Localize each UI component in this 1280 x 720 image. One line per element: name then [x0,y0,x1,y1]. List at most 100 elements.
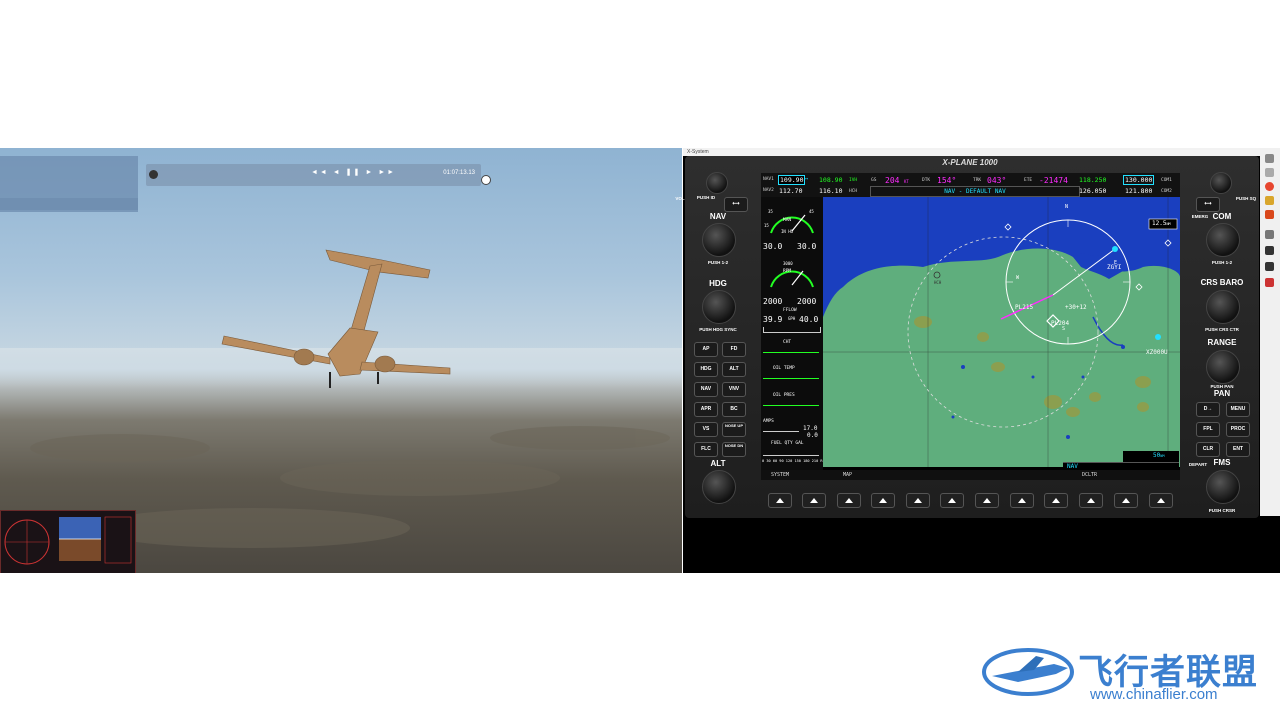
nav-swap-button[interactable]: ⟷ [724,197,748,212]
com1-standby[interactable]: 130.000 [1123,175,1155,185]
fpl-button[interactable]: FPL [1196,422,1220,437]
man-right-value: 30.0 [797,242,817,251]
engine-indication-strip: 35 15 45 MAN IN HG 30.0 30.0 3000 RPM 20… [761,197,823,480]
gs-label: GS [871,178,877,183]
windows-icon[interactable] [1265,154,1274,163]
app-icon-2[interactable] [1265,262,1274,271]
fms-knob[interactable] [1206,470,1240,504]
gs-unit: KT [904,179,909,184]
range-knob-label: RANGE [1207,338,1237,347]
moving-map[interactable] [823,197,1180,467]
softkey-11[interactable] [1114,493,1138,508]
chrome-icon[interactable] [1265,182,1274,191]
com2-standby: 121.800 [1125,187,1153,195]
oil-pres-label: OIL PRES [773,393,795,398]
softkey-1[interactable] [768,493,792,508]
softkey-6[interactable] [940,493,964,508]
sim-view[interactable]: ◄◄ ◄ ❚❚ ► ►► 01:07:13.13 [0,148,682,573]
softkey-5[interactable] [906,493,930,508]
flc-button[interactable]: FLC [694,442,718,457]
g1000-title: X-PLANE 1000 [942,158,998,167]
hdg-knob[interactable] [702,290,736,324]
replay-slider-handle[interactable] [481,175,491,185]
alt-knob[interactable] [702,470,736,504]
com-knob-label: COM [1212,212,1232,221]
rpm-right-value: 2000 [797,297,817,306]
nav-knob[interactable] [702,223,736,257]
man-left-value: 30.0 [763,242,783,251]
nav1-label: NAV1 [763,177,774,182]
alt-button[interactable]: ALT [722,362,746,377]
close-icon[interactable] [149,170,158,179]
hdg-button[interactable]: HDG [694,362,718,377]
vs-button[interactable]: VS [694,422,718,437]
oil-pres-bar [763,401,819,406]
clr-button[interactable]: CLR [1196,442,1220,457]
man-unit: IN HG [781,229,794,234]
com-swap-button[interactable]: ⟷ [1196,197,1220,212]
pan-label: PAN [1213,389,1231,398]
fms-knob-sub: PUSH CRSR [1208,508,1236,513]
com-knob[interactable] [1206,223,1240,257]
push-id-label: PUSH ID [696,195,716,200]
apr-button[interactable]: APR [694,402,718,417]
softkey-12[interactable] [1149,493,1173,508]
app-icon[interactable] [1265,230,1274,239]
trk-label: TRK [973,178,982,183]
bc-button[interactable]: BC [722,402,746,417]
direct-to-button[interactable]: D→ [1196,402,1220,417]
ete-value: -21474 [1039,176,1068,185]
gs-value: 204 [885,176,900,185]
pdf-icon[interactable] [1265,278,1274,287]
fflow-bar [763,327,821,333]
folder-icon[interactable] [1265,196,1274,205]
nose-up-button[interactable]: NOSE UP [722,422,746,437]
fms-knob-label: FMS [1213,458,1231,467]
softkey-10[interactable] [1079,493,1103,508]
nose-dn-button[interactable]: NOSE DN [722,442,746,457]
nav-knob-sub: PUSH 1-2 [707,260,729,265]
range-knob[interactable] [1206,350,1240,384]
vnv-button[interactable]: VNV [722,382,746,397]
replay-bar[interactable]: ◄◄ ◄ ❚❚ ► ►► 01:07:13.13 [146,164,491,186]
oil-temp-label: OIL TEMP [773,366,795,371]
nav2-label: NAV2 [763,188,774,193]
vol-knob-right[interactable] [1210,172,1232,194]
logo-plane-icon [982,648,1074,696]
softkey-8[interactable] [1010,493,1034,508]
amps-bottom-value: 0.0 [807,432,818,439]
window-titlebar: X-System [683,148,1260,156]
rpm-label: RPM [783,269,792,274]
softkey-4[interactable] [871,493,895,508]
fd-button[interactable]: FD [722,342,746,357]
fflow-label: FFLOW [783,308,797,313]
nav1-active[interactable]: 109.90 [778,175,806,185]
hdg-knob-label: HDG [709,279,727,288]
com1-label: COM1 [1161,178,1172,183]
vol-knob-left[interactable] [706,172,728,194]
ap-button[interactable]: AP [694,342,718,357]
softkey-2[interactable] [802,493,826,508]
dtk-value: 154° [937,176,957,185]
proc-button[interactable]: PROC [1226,422,1250,437]
crs-baro-knob[interactable] [1206,290,1240,324]
softkey-3[interactable] [837,493,861,508]
crs-knob-sub: PUSH CRS CTR [1205,327,1239,332]
taskview-icon[interactable] [1265,168,1274,177]
softkey-9[interactable] [1044,493,1068,508]
ent-button[interactable]: ENT [1226,442,1250,457]
nav-button[interactable]: NAV [694,382,718,397]
softkey-7[interactable] [975,493,999,508]
chinaflier-logo: 飞行者联盟 www.chinaflier.com [978,638,1268,708]
nav2-ident: HCH [849,189,858,194]
cht-label: CHT [783,340,792,345]
replay-controls[interactable]: ◄◄ ◄ ❚❚ ► ►► [311,168,396,176]
xplane-icon[interactable] [1265,246,1274,255]
nav1-ident: IVH [849,178,858,183]
fflow-right-value: 40.0 [799,315,819,324]
brave-icon[interactable] [1265,210,1274,219]
ete-label: ETE [1024,178,1033,183]
crs-baro-label: CRS BARO [1200,278,1244,287]
menu-button[interactable]: MENU [1226,402,1250,417]
window-title: X-System [687,149,709,155]
